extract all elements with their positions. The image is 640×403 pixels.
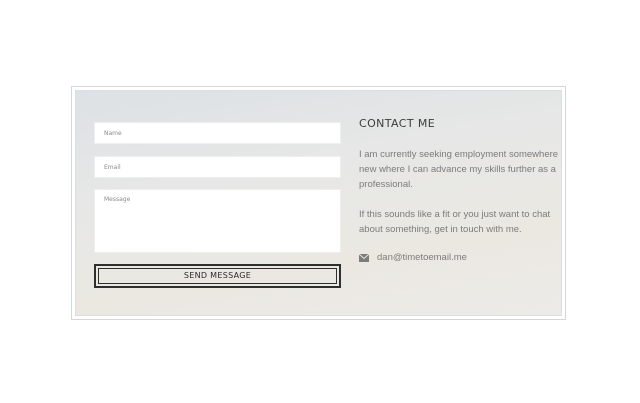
contact-paragraph-1: I am currently seeking employment somewh… [359, 149, 559, 190]
envelope-icon [358, 253, 370, 262]
message-textarea[interactable] [94, 189, 341, 253]
send-message-button[interactable]: SEND MESSAGE [94, 264, 341, 288]
contact-email-row: dan@timetoemail.me [358, 252, 467, 263]
contact-email-link[interactable]: dan@timetoemail.me [377, 252, 467, 263]
contact-panel: SEND MESSAGE CONTACT ME I am currently s… [75, 90, 562, 316]
name-input[interactable] [94, 122, 341, 144]
email-input[interactable] [94, 156, 341, 178]
send-message-label: SEND MESSAGE [98, 268, 337, 284]
contact-title: CONTACT ME [359, 117, 436, 130]
contact-section-frame: SEND MESSAGE CONTACT ME I am currently s… [71, 86, 566, 320]
contact-paragraph-2: If this sounds like a fit or you just wa… [359, 209, 551, 235]
